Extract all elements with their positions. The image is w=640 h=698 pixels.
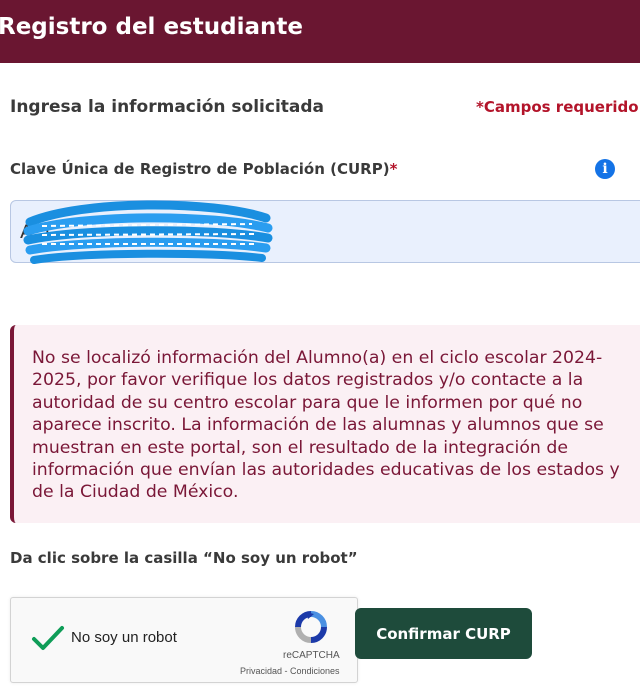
recaptcha-privacy-terms-links[interactable]: Privacidad - Condiciones (240, 666, 340, 676)
info-icon[interactable]: i (595, 159, 615, 179)
redaction-scribble (23, 200, 273, 264)
recaptcha-brand: reCAPTCHA (283, 650, 340, 661)
required-fields-note: *Campos requerido (476, 98, 639, 116)
captcha-label[interactable]: No soy un robot (71, 629, 177, 646)
required-asterisk: * (389, 160, 398, 178)
curp-label: Clave Única de Registro de Población (CU… (10, 160, 397, 178)
recaptcha-logo-icon (295, 611, 327, 643)
captcha-instruction: Da clic sobre la casilla “No soy un robo… (10, 549, 358, 567)
alert-message: No se localizó información del Alumno(a)… (32, 348, 620, 503)
checkmark-icon[interactable] (31, 624, 65, 652)
not-found-alert: No se localizó información del Alumno(a)… (10, 325, 640, 523)
form-subtitle: Ingresa la información solicitada (10, 97, 325, 117)
confirm-curp-button[interactable]: Confirmar CURP (355, 608, 532, 659)
page-header: Registro del estudiante (0, 0, 640, 63)
curp-label-text: Clave Única de Registro de Población (CU… (10, 160, 390, 178)
recaptcha-widget[interactable]: No soy un robot reCAPTCHA Privacidad - C… (10, 597, 358, 683)
page-title: Registro del estudiante (0, 14, 303, 40)
